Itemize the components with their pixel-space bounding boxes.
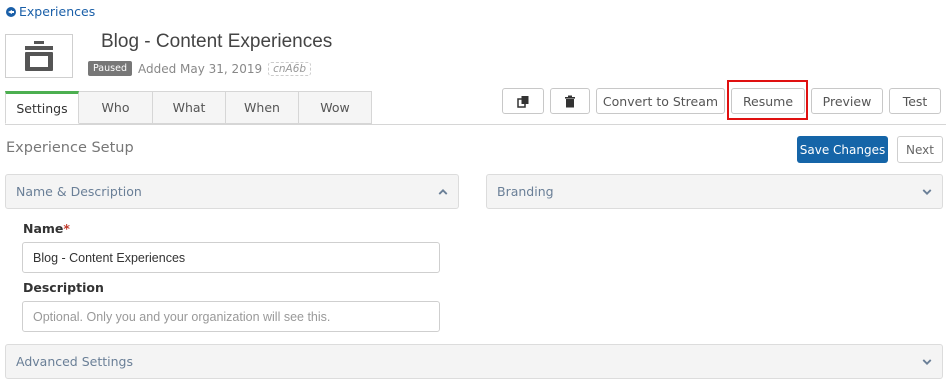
- tab-what[interactable]: What: [153, 91, 226, 124]
- panel-label: Name & Description: [16, 184, 142, 199]
- experience-code: cnA6b: [268, 61, 312, 76]
- name-input[interactable]: [22, 242, 440, 273]
- back-to-experiences-link[interactable]: Experiences: [6, 4, 95, 19]
- delete-button[interactable]: [550, 88, 590, 114]
- save-changes-button[interactable]: Save Changes: [797, 136, 888, 163]
- tab-wow[interactable]: Wow: [299, 91, 372, 124]
- description-field-label: Description: [23, 280, 104, 295]
- panel-label: Branding: [497, 184, 554, 199]
- name-field-label: Name*: [23, 221, 70, 236]
- section-title: Experience Setup: [6, 140, 134, 156]
- advanced-settings-panel-header[interactable]: Advanced Settings: [5, 344, 943, 379]
- experience-thumbnail: [5, 34, 73, 78]
- name-description-panel-header[interactable]: Name & Description: [5, 174, 459, 209]
- preview-button[interactable]: Preview: [811, 88, 883, 114]
- convert-to-stream-button[interactable]: Convert to Stream: [596, 88, 725, 114]
- next-button[interactable]: Next: [897, 136, 943, 163]
- chevron-down-icon: [922, 187, 932, 197]
- description-input[interactable]: [22, 301, 440, 332]
- back-link-label: Experiences: [19, 4, 96, 19]
- trash-icon: [565, 95, 575, 107]
- added-date: Added May 31, 2019: [137, 61, 263, 76]
- page-title: Blog - Content Experiences: [101, 31, 333, 52]
- panel-label: Advanced Settings: [16, 354, 133, 369]
- resume-button[interactable]: Resume: [731, 88, 805, 114]
- tab-when[interactable]: When: [226, 91, 299, 124]
- tab-divider: [5, 124, 946, 125]
- chevron-down-icon: [922, 357, 932, 367]
- tab-settings[interactable]: Settings: [5, 91, 79, 124]
- arrow-circle-left-icon: [6, 6, 16, 17]
- experience-tabs: Settings Who What When Wow: [5, 91, 372, 124]
- branding-panel-header[interactable]: Branding: [486, 174, 943, 209]
- copy-icon: [516, 95, 528, 108]
- tab-who[interactable]: Who: [79, 91, 153, 124]
- required-mark: *: [63, 221, 70, 236]
- test-button[interactable]: Test: [889, 88, 941, 114]
- experience-meta: Paused Added May 31, 2019 cnA6b: [88, 61, 312, 76]
- chevron-up-icon: [438, 187, 448, 197]
- toaster-icon: [25, 41, 53, 71]
- status-badge: Paused: [88, 61, 132, 76]
- copy-button[interactable]: [502, 88, 544, 114]
